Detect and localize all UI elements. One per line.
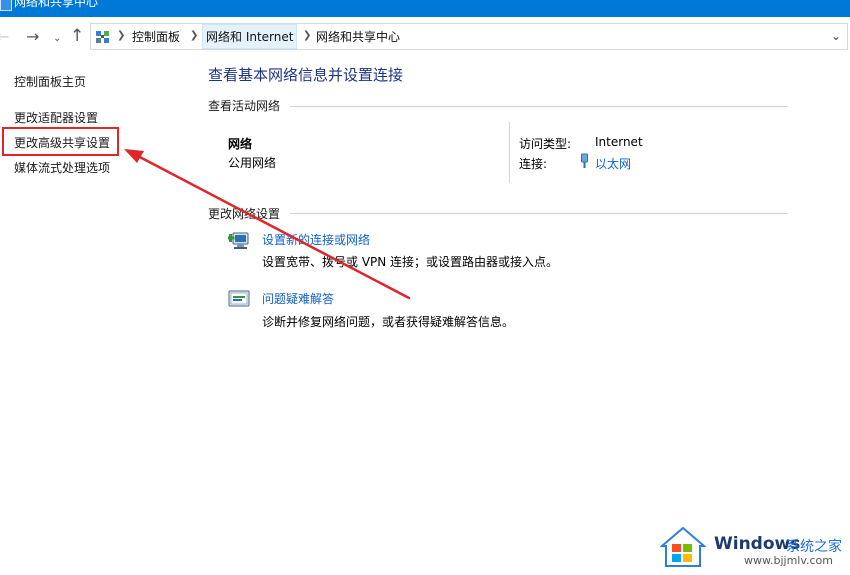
up-arrow-icon[interactable]: ↑ bbox=[70, 28, 84, 45]
recent-locations-chevron-icon[interactable]: ⌄ bbox=[53, 31, 61, 47]
network-name: 网络 bbox=[228, 137, 253, 151]
new-connection-icon bbox=[228, 232, 249, 249]
breadcrumb-network-internet[interactable]: 网络和 Internet bbox=[202, 24, 298, 49]
breadcrumb-network-sharing-center[interactable]: 网络和共享中心 bbox=[316, 29, 400, 45]
back-arrow-icon[interactable]: ← bbox=[0, 29, 9, 45]
change-network-settings-heading: 更改网络设置 bbox=[208, 207, 281, 221]
troubleshoot-link[interactable]: 问题疑难解答 bbox=[262, 290, 334, 307]
divider bbox=[290, 213, 788, 214]
address-dropdown-chevron-icon[interactable]: ⌄ bbox=[831, 29, 841, 43]
ethernet-icon bbox=[581, 153, 588, 168]
watermark: Windows 系统之家 www.bjjmlv.com bbox=[640, 520, 850, 575]
access-type-value: Internet bbox=[595, 135, 643, 149]
window-icon bbox=[0, 0, 12, 11]
annotation-arrow bbox=[124, 149, 411, 300]
divider bbox=[290, 106, 788, 107]
page-title: 查看基本网络信息并设置连接 bbox=[208, 66, 404, 84]
troubleshoot-icon bbox=[228, 290, 250, 307]
title-bar: 网络和共享中心 bbox=[0, 0, 850, 17]
network-type[interactable]: 公用网络 bbox=[228, 154, 276, 171]
address-bar[interactable]: ❯ 控制面板 ❯ 网络和 Internet ❯ 网络和共享中心 ⌄ bbox=[90, 23, 848, 50]
control-panel-icon bbox=[96, 31, 109, 43]
sidebar-item-change-adapter-settings[interactable]: 更改适配器设置 bbox=[14, 111, 98, 125]
setup-new-connection-description: 设置宽带、拨号或 VPN 连接；或设置路由器或接入点。 bbox=[262, 255, 559, 269]
sidebar-item-media-streaming[interactable]: 媒体流式处理选项 bbox=[14, 161, 110, 175]
forward-arrow-icon[interactable]: → bbox=[26, 29, 39, 45]
breadcrumb-separator-icon[interactable]: ❯ bbox=[303, 30, 311, 41]
divider bbox=[509, 122, 510, 183]
setup-new-connection-link[interactable]: 设置新的连接或网络 bbox=[262, 231, 370, 248]
watermark-subtitle: 系统之家 bbox=[786, 539, 842, 555]
breadcrumb-separator-icon[interactable]: ❯ bbox=[190, 30, 198, 41]
connections-label: 连接: bbox=[519, 157, 548, 171]
navigation-bar: ← → ⌄ ↑ ❯ 控制面板 ❯ 网络和 Internet ❯ 网络和共享中心 … bbox=[0, 17, 850, 57]
breadcrumb-separator-icon[interactable]: ❯ bbox=[117, 30, 125, 41]
breadcrumb-control-panel[interactable]: 控制面板 bbox=[132, 29, 180, 45]
active-networks-heading: 查看活动网络 bbox=[208, 99, 281, 113]
windows-logo-icon bbox=[660, 526, 706, 567]
annotation-highlight-box bbox=[2, 127, 119, 156]
sidebar-item-control-panel-home[interactable]: 控制面板主页 bbox=[14, 75, 86, 89]
access-type-label: 访问类型: bbox=[519, 137, 572, 151]
ethernet-connection-link[interactable]: 以太网 bbox=[595, 155, 631, 172]
window-title: 网络和共享中心 bbox=[14, 0, 99, 9]
troubleshoot-description: 诊断并修复网络问题，或者获得疑难解答信息。 bbox=[262, 315, 515, 329]
watermark-url: www.bjjmlv.com bbox=[744, 554, 833, 567]
